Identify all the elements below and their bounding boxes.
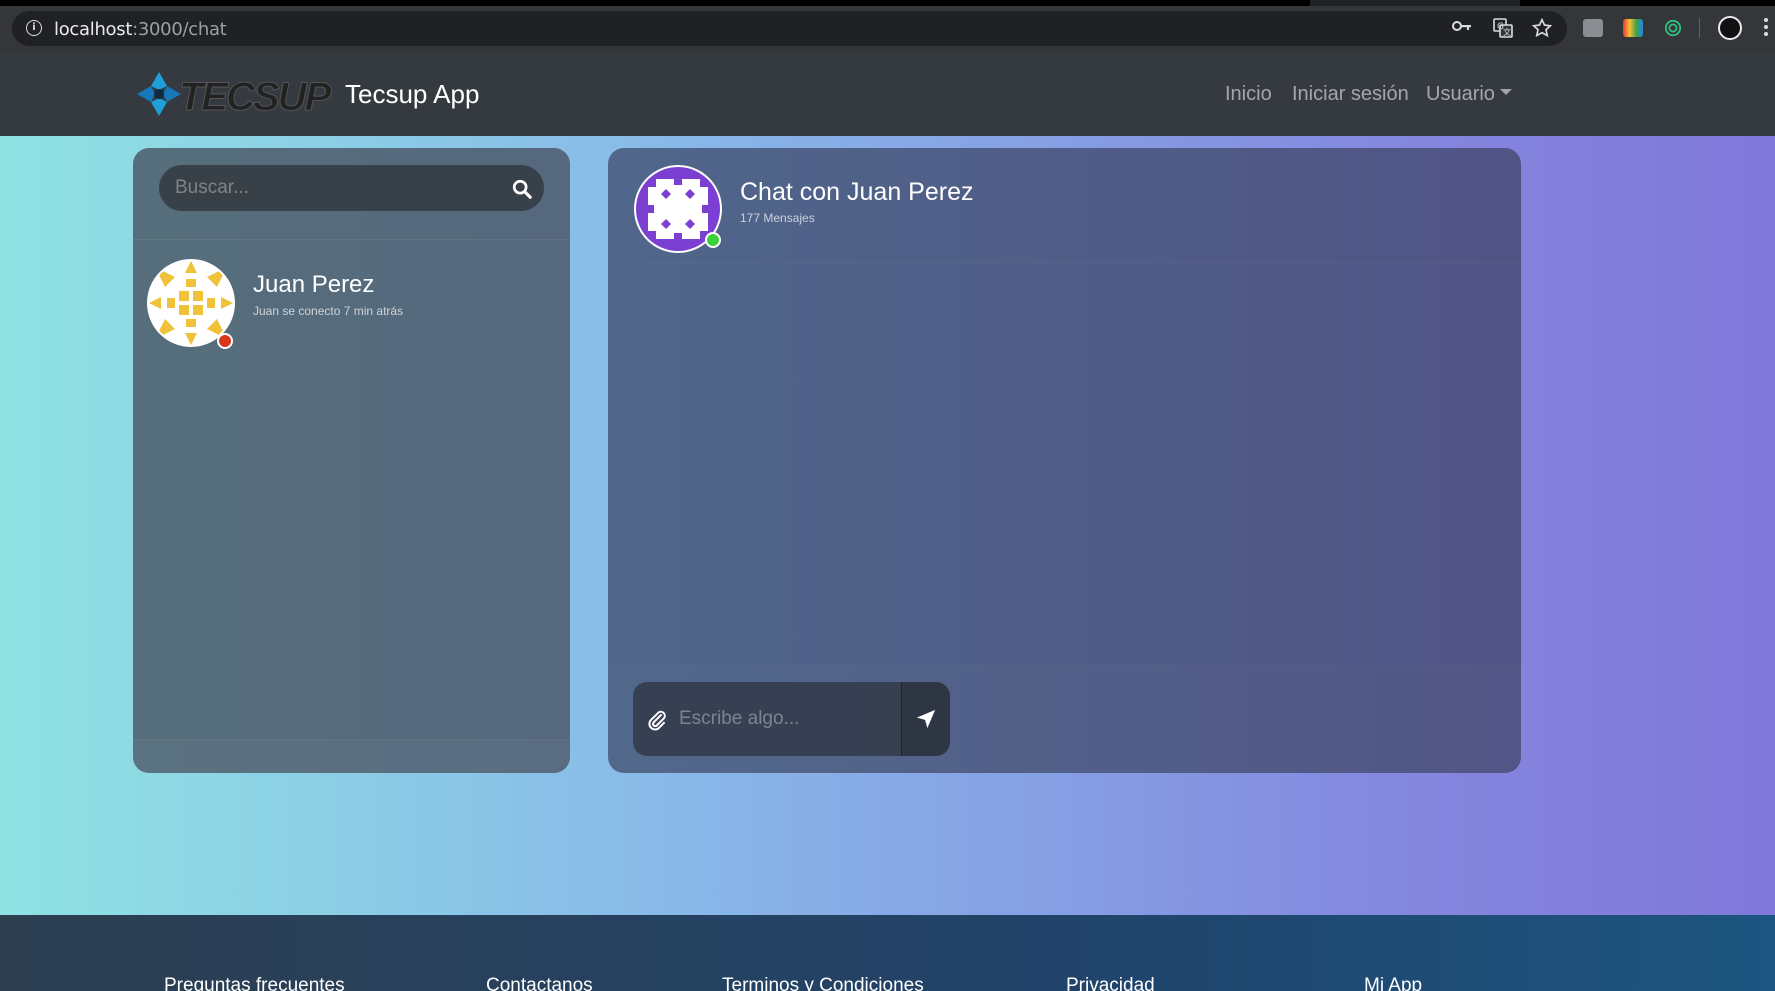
chat-panel: Chat con Juan Perez 177 Mensajes — [608, 148, 1521, 773]
search-box — [159, 165, 544, 211]
search-input[interactable] — [175, 165, 495, 211]
menu-kebab-icon[interactable] — [1764, 18, 1768, 39]
url-text[interactable]: localhost:3000/chat — [54, 19, 227, 40]
nav-usuario-label: Usuario — [1426, 83, 1495, 105]
footer-link-faq[interactable]: Preguntas frecuentes — [164, 975, 345, 991]
key-icon[interactable] — [1452, 19, 1472, 33]
caret-down-icon — [1499, 89, 1512, 95]
nav-usuario-dropdown[interactable]: Usuario — [1426, 83, 1512, 106]
nav-iniciar-sesion[interactable]: Iniciar sesión — [1292, 83, 1409, 106]
contacts-panel: Juan Perez Juan se conecto 7 min atrás — [133, 148, 570, 773]
offline-status-dot — [217, 333, 233, 349]
main-content: Juan Perez Juan se conecto 7 min atrás C… — [0, 136, 1775, 915]
nav-inicio[interactable]: Inicio — [1225, 83, 1272, 106]
site-footer: Preguntas frecuentes Contactanos Termino… — [0, 915, 1775, 991]
toolbar-separator — [1699, 18, 1700, 38]
footer-link-privacy[interactable]: Privacidad — [1066, 975, 1155, 991]
navbar: TECSUP Tecsup App Inicio Iniciar sesión … — [0, 53, 1775, 136]
svg-text:TECSUP: TECSUP — [179, 75, 332, 119]
divider — [608, 262, 1521, 263]
contact-name: Juan Perez — [253, 271, 375, 298]
identicon-avatar — [149, 261, 233, 345]
address-bar[interactable]: i localhost:3000/chat — [12, 11, 1567, 46]
contact-list-item[interactable]: Juan Perez Juan se conecto 7 min atrás — [147, 259, 557, 349]
translate-icon[interactable]: G 文 — [1493, 18, 1513, 38]
footer-link-my-app[interactable]: Mi App — [1364, 975, 1422, 991]
tab-strip — [0, 0, 1775, 6]
svg-text:文: 文 — [1503, 27, 1511, 37]
extension-icon[interactable] — [1583, 19, 1603, 37]
target-extension-icon[interactable] — [1663, 19, 1683, 37]
contact-last-seen: Juan se conecto 7 min atrás — [253, 304, 404, 318]
contacts-panel-footer — [133, 739, 570, 773]
active-tab-edge — [0, 0, 1310, 6]
star-icon[interactable] — [1532, 18, 1552, 38]
divider — [133, 239, 570, 240]
footer-link-contact[interactable]: Contactanos — [486, 975, 593, 991]
online-status-dot — [705, 232, 721, 248]
message-composer — [633, 682, 950, 756]
paperclip-icon[interactable] — [647, 709, 667, 731]
url-host: localhost — [54, 19, 133, 40]
url-path: :3000/chat — [132, 19, 227, 40]
message-input[interactable] — [679, 682, 899, 756]
info-icon[interactable]: i — [26, 20, 42, 36]
search-icon[interactable] — [511, 178, 533, 200]
color-extension-icon[interactable] — [1623, 19, 1643, 37]
browser-toolbar: i localhost:3000/chat G 文 — [0, 0, 1775, 53]
chat-title: Chat con Juan Perez — [740, 178, 974, 206]
message-count: 177 Mensajes — [740, 211, 815, 225]
brand-title[interactable]: Tecsup App — [345, 79, 479, 110]
tab-strip-right — [1520, 0, 1775, 6]
profile-avatar[interactable] — [1718, 16, 1742, 40]
tecsup-logo[interactable]: TECSUP — [133, 68, 343, 120]
send-arrow-icon — [916, 709, 936, 729]
send-button[interactable] — [901, 682, 950, 756]
footer-link-terms[interactable]: Terminos y Condiciones — [722, 975, 924, 991]
